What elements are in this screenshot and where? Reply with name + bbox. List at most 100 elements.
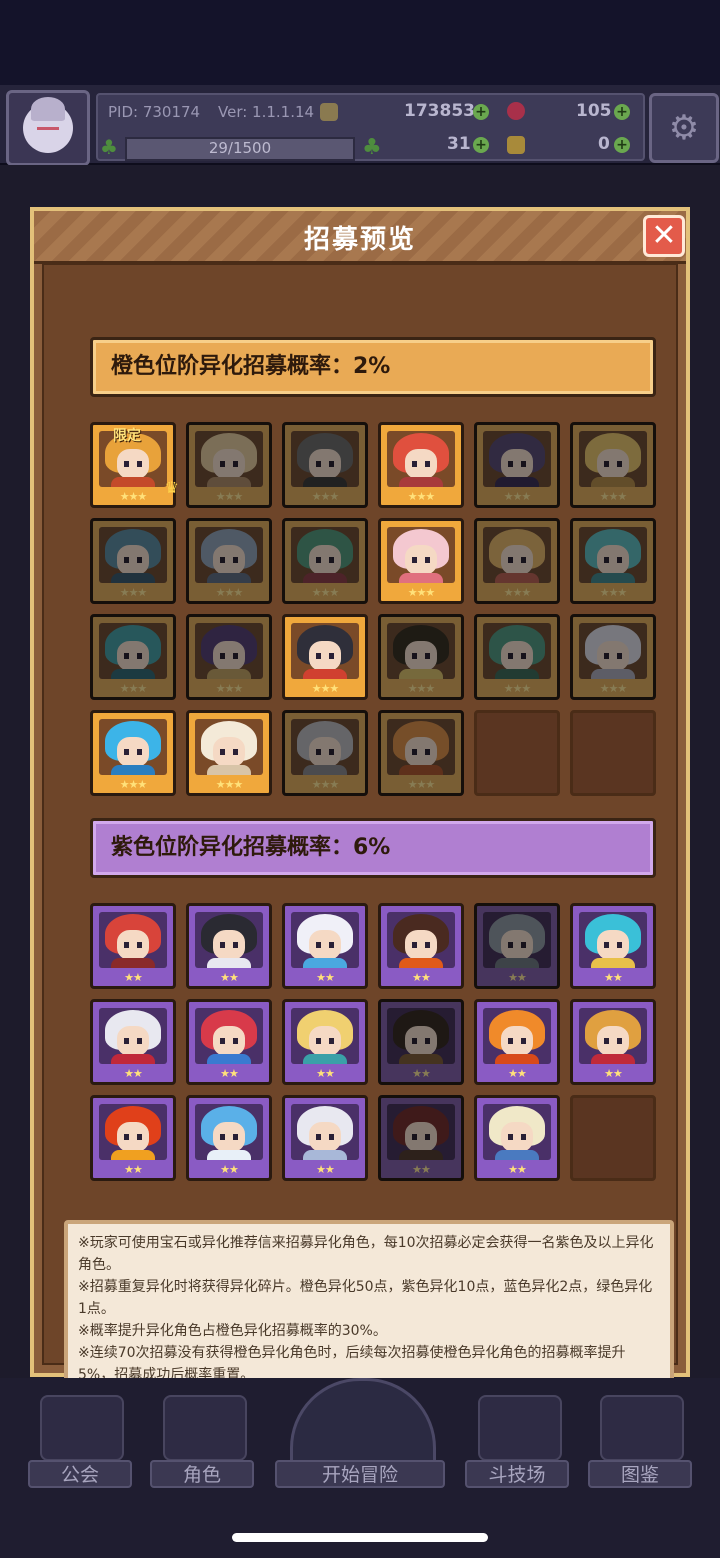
character-portrait — [387, 912, 455, 968]
character-portrait — [195, 527, 263, 583]
star-rating: ★★ — [220, 1067, 239, 1080]
character-card[interactable]: ★★★ — [186, 518, 272, 604]
guild-icon[interactable] — [40, 1395, 124, 1461]
character-card[interactable]: ★★ — [90, 903, 176, 989]
character-card[interactable]: ★★ — [378, 1095, 464, 1181]
character-card[interactable]: ★★★ — [282, 710, 368, 796]
character-card[interactable]: ★★★ — [378, 614, 464, 700]
character-portrait — [579, 1008, 647, 1064]
star-rating: ★★★ — [215, 490, 244, 503]
character-card[interactable]: ★★★ — [90, 518, 176, 604]
star-rating: ★★★ — [311, 778, 340, 791]
character-card[interactable]: ★★ — [570, 999, 656, 1085]
character-portrait — [99, 1008, 167, 1064]
character-card[interactable]: ★★★ 限定 ♛ — [90, 422, 179, 508]
star-rating: ★★ — [220, 1163, 239, 1176]
character-card[interactable]: ★★ — [282, 999, 368, 1085]
star-rating: ★★ — [508, 1163, 527, 1176]
add-key-icon[interactable]: + — [614, 137, 630, 153]
stamina-value: 29/1500 — [208, 139, 272, 157]
character-portrait — [483, 1104, 551, 1160]
character-card[interactable]: ★★ — [378, 903, 464, 989]
modal-title: 招募预览 — [303, 225, 416, 255]
character-card[interactable]: ★★ — [186, 1095, 272, 1181]
star-rating: ★★★ — [407, 490, 436, 503]
character-card[interactable]: ★★★ — [570, 422, 656, 508]
character-card[interactable]: ★★ — [186, 999, 272, 1085]
star-rating: ★★ — [316, 1163, 335, 1176]
character-card[interactable]: ★★★ — [474, 518, 560, 604]
note-line: ※玩家可使用宝石或异化推荐信来招募异化角色，每10次招募必定会获得一名紫色及以上… — [78, 1235, 654, 1273]
character-card[interactable]: ★★★ — [474, 614, 560, 700]
character-card[interactable]: ★★★ — [378, 710, 464, 796]
star-rating: ★★★ — [311, 682, 340, 695]
character-card[interactable]: ★★★ — [570, 614, 656, 700]
gear-icon: ⚙ — [668, 108, 700, 148]
character-card[interactable]: ★★ — [474, 999, 560, 1085]
character-card[interactable]: ★★★ — [186, 614, 272, 700]
character-portrait — [387, 623, 455, 679]
empty-slot — [474, 710, 560, 796]
character-portrait — [195, 719, 263, 775]
nav-arena[interactable]: 斗技场 — [465, 1460, 569, 1488]
stamina-bar: 29/1500 — [125, 137, 355, 161]
character-card[interactable]: ★★ — [90, 1095, 176, 1181]
character-portrait — [195, 1008, 263, 1064]
character-card[interactable]: ★★ — [474, 1095, 560, 1181]
character-portrait — [195, 623, 263, 679]
character-portrait — [579, 431, 647, 487]
character-portrait — [99, 719, 167, 775]
nav-adventure[interactable]: 开始冒险 — [275, 1460, 445, 1488]
character-card[interactable]: ★★★ — [186, 422, 272, 508]
recruit-preview-modal: 招募预览 ✕ 橙色位阶异化招募概率：2% ★★★ 限定 ♛ ★★★ ★★★ ★★★ ★★★ ★… — [30, 207, 690, 1400]
character-icon[interactable] — [163, 1395, 247, 1461]
add-clover-icon[interactable]: + — [473, 137, 489, 153]
codex-book-icon[interactable] — [600, 1395, 684, 1461]
character-card[interactable]: ★★★ — [282, 518, 368, 604]
character-card[interactable]: ★★★ — [282, 422, 368, 508]
character-card[interactable]: ★★★ — [282, 614, 368, 700]
orange-rate-banner: 橙色位阶异化招募概率：2% — [90, 337, 656, 397]
character-card[interactable]: ★★ — [378, 999, 464, 1085]
star-rating: ★★★ — [599, 490, 628, 503]
character-card[interactable]: ★★★ — [186, 710, 272, 796]
character-card[interactable]: ★★ — [90, 999, 176, 1085]
player-id: PID: 730174 — [108, 103, 201, 121]
character-card[interactable]: ★★★ — [90, 710, 176, 796]
character-card[interactable]: ★★★ — [378, 518, 464, 604]
recruit-rules-notes: ※玩家可使用宝石或异化推荐信来招募异化角色，每10次招募必定会获得一名紫色及以上… — [64, 1220, 674, 1400]
star-rating: ★★ — [124, 1163, 143, 1176]
character-card[interactable]: ★★ — [570, 903, 656, 989]
nav-guild[interactable]: 公会 — [28, 1460, 132, 1488]
star-rating: ★★★ — [119, 490, 148, 503]
character-portrait — [483, 431, 551, 487]
purple-rate-banner: 紫色位阶异化招募概率：6% — [90, 818, 656, 878]
character-card[interactable]: ★★★ — [90, 614, 176, 700]
nav-codex[interactable]: 图鉴 — [588, 1460, 692, 1488]
player-avatar[interactable] — [6, 90, 90, 166]
character-portrait — [291, 623, 359, 679]
character-card[interactable]: ★★★ — [378, 422, 464, 508]
character-portrait — [579, 912, 647, 968]
close-button[interactable]: ✕ — [643, 215, 685, 257]
character-card[interactable]: ★★ — [186, 903, 272, 989]
character-card[interactable]: ★★ — [282, 1095, 368, 1181]
settings-button[interactable]: ⚙ — [649, 93, 719, 163]
arena-swords-icon[interactable] — [478, 1395, 562, 1461]
gold-icon — [320, 103, 338, 121]
nav-character[interactable]: 角色 — [150, 1460, 254, 1488]
orange-character-grid: ★★★ 限定 ♛ ★★★ ★★★ ★★★ ★★★ ★★★ ★★★ ★★★ ★★★ ★★★ ★★★ ★★★ ★… — [90, 422, 656, 796]
status-bar-area — [0, 0, 720, 85]
modal-body: 橙色位阶异化招募概率：2% ★★★ 限定 ♛ ★★★ ★★★ ★★★ ★★★ ★★★ ★★★ ★★… — [42, 263, 678, 1400]
key-count: 0 — [598, 134, 610, 154]
note-line: ※概率提升异化角色占橙色异化招募概率的30%。 — [78, 1323, 387, 1339]
character-card[interactable]: ★★ — [474, 903, 560, 989]
character-portrait — [291, 719, 359, 775]
character-card[interactable]: ★★ — [282, 903, 368, 989]
star-rating: ★★★ — [407, 682, 436, 695]
add-gem-icon[interactable]: + — [614, 104, 630, 120]
character-card[interactable]: ★★★ — [570, 518, 656, 604]
character-card[interactable]: ★★★ — [474, 422, 560, 508]
star-rating: ★★★ — [407, 778, 436, 791]
add-gold-icon[interactable]: + — [473, 104, 489, 120]
